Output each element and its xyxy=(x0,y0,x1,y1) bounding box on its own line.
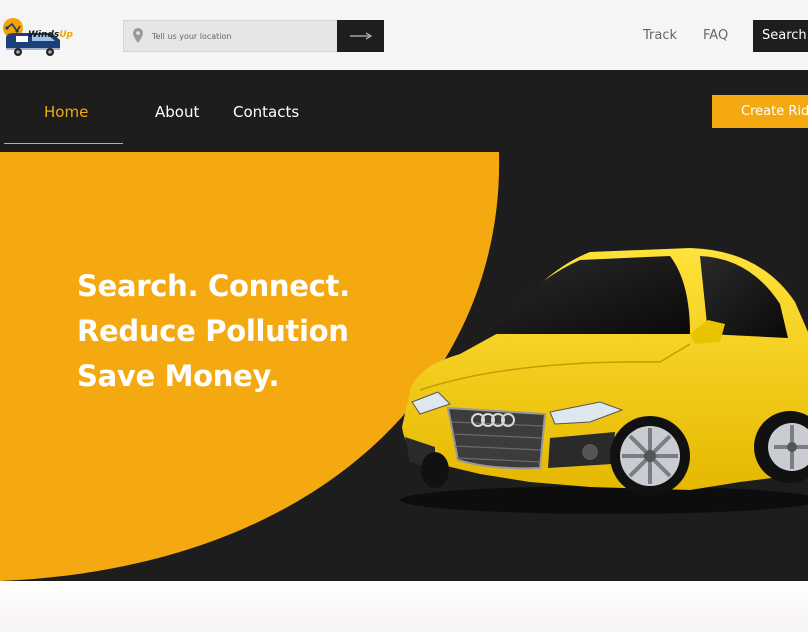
nav-active-underline xyxy=(4,143,123,144)
arrow-right-icon xyxy=(349,32,372,40)
location-pin-icon xyxy=(133,28,143,43)
location-search xyxy=(123,20,384,52)
hero-section: Home About Contacts Create Ride Search. … xyxy=(0,70,808,581)
logo[interactable]: WindsUp xyxy=(2,14,73,58)
footer-strip xyxy=(0,581,808,632)
create-ride-button[interactable]: Create Ride xyxy=(712,95,808,128)
track-link[interactable]: Track xyxy=(643,28,677,43)
location-input[interactable] xyxy=(152,21,362,51)
search-submit-button[interactable] xyxy=(337,20,384,52)
headline-line-3: Save Money. xyxy=(77,359,280,393)
hero-headline: Search. Connect. Reduce Pollution Save M… xyxy=(77,264,350,399)
nav-home[interactable]: Home xyxy=(44,103,88,121)
logo-text: WindsUp xyxy=(28,30,73,40)
page: WindsUp Track FAQ Search R Home About xyxy=(0,0,808,632)
search-ride-button[interactable]: Search R xyxy=(753,20,808,52)
faq-link[interactable]: FAQ xyxy=(703,28,728,43)
headline-line-2: Reduce Pollution xyxy=(77,314,349,348)
top-bar: WindsUp Track FAQ Search R xyxy=(0,0,808,70)
yellow-sedan-car-image xyxy=(400,248,808,514)
nav-about[interactable]: About xyxy=(155,103,199,121)
nav-contacts[interactable]: Contacts xyxy=(233,103,299,121)
headline-line-1: Search. Connect. xyxy=(77,269,350,303)
